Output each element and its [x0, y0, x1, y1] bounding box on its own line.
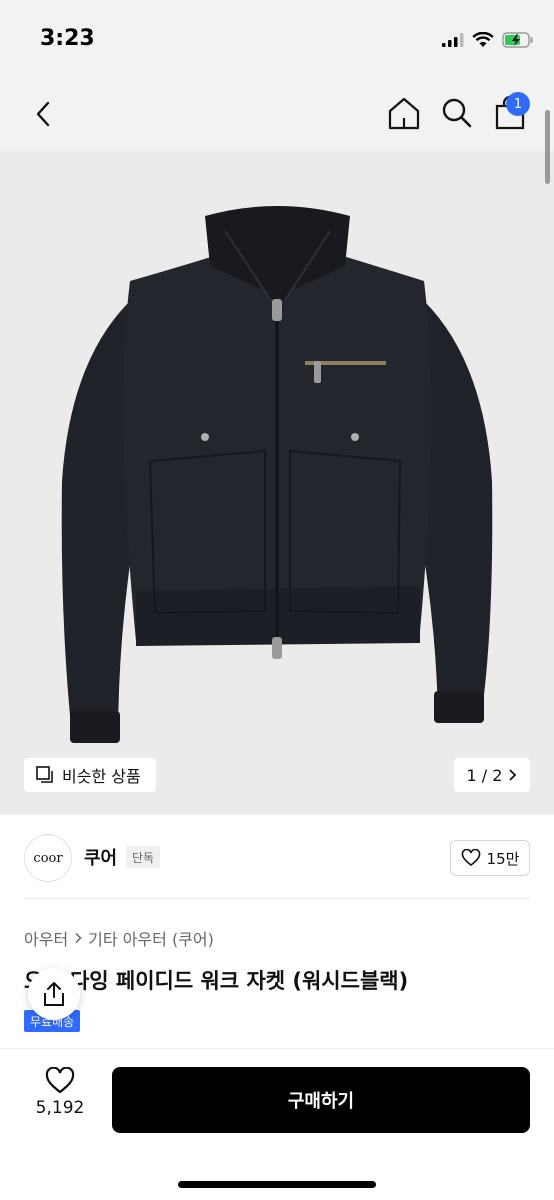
cart-count-badge: 1: [506, 92, 530, 116]
wifi-icon: [472, 32, 494, 47]
similar-products-button[interactable]: 비슷한 상품: [24, 758, 156, 792]
shop-name[interactable]: 쿠어: [84, 844, 117, 870]
similar-products-label: 비슷한 상품: [62, 767, 141, 786]
heart-icon: [45, 1067, 75, 1094]
chevron-left-icon: [36, 101, 50, 127]
breadcrumb-category[interactable]: 아우터: [24, 926, 68, 950]
home-button[interactable]: [384, 92, 424, 134]
battery-icon: [502, 32, 533, 48]
shop-like-button[interactable]: 15만: [450, 840, 530, 876]
shop-like-count: 15만: [486, 849, 520, 868]
back-button[interactable]: [26, 94, 60, 134]
search-icon: [442, 98, 472, 128]
heart-icon: [461, 849, 480, 867]
share-icon: [44, 982, 64, 1006]
chevron-right-icon: [509, 769, 517, 781]
home-indicator: [178, 1181, 376, 1188]
copy-icon: [36, 766, 53, 783]
home-icon: [388, 97, 420, 130]
wishlist-count: 5,192: [35, 1098, 85, 1118]
product-title: 오버 다잉 페이디드 워크 자켓 (워시드블랙): [24, 969, 409, 993]
divider: [24, 898, 530, 899]
bottom-bar: 5,192 구매하기: [0, 1048, 554, 1200]
image-pager-label: 1 / 2: [466, 765, 503, 785]
nav-bar: [0, 80, 554, 151]
exclusive-tag: 단독: [126, 846, 161, 868]
shop-row[interactable]: coor 쿠어 단독 15만: [0, 830, 554, 886]
share-button[interactable]: [28, 968, 80, 1020]
chevron-right-icon: [75, 932, 82, 944]
image-pager-button[interactable]: 1 / 2: [454, 758, 530, 792]
jacket-image: [61, 206, 493, 743]
breadcrumb: 아우터 기타 아우터 (쿠어): [24, 926, 214, 950]
scroll-indicator: [545, 110, 550, 184]
status-bar: 3:23: [0, 0, 554, 80]
status-icons: [442, 30, 534, 50]
signal-icon: [442, 33, 464, 47]
breadcrumb-subcategory[interactable]: 기타 아우터 (쿠어): [88, 926, 214, 950]
buy-button[interactable]: 구매하기: [112, 1067, 530, 1133]
product-image[interactable]: [0, 151, 554, 815]
status-time: 3:23: [40, 26, 95, 51]
search-button[interactable]: [437, 92, 477, 134]
shop-logo[interactable]: coor: [24, 834, 72, 882]
wishlist-button[interactable]: 5,192: [24, 1067, 96, 1137]
